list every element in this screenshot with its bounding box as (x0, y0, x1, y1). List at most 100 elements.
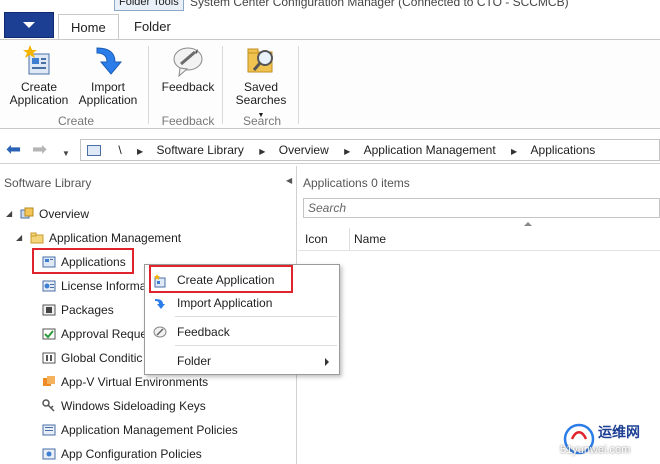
feedback-icon (153, 325, 167, 339)
breadcrumb[interactable]: \ ▶ Software Library ▶ Overview ▶ Applic… (80, 139, 660, 161)
import-application-button[interactable]: Import Application (74, 44, 142, 107)
tree-item-license-information[interactable]: License Informa (42, 276, 146, 296)
collapse-pane-icon[interactable]: ◀ (286, 176, 292, 185)
breadcrumb-application-management[interactable]: Application Management (364, 140, 496, 160)
tree-item-label: Application Management (49, 231, 182, 245)
ribbon-separator (298, 46, 299, 124)
create-application-icon (22, 44, 56, 78)
tree-item-label: License Informa (61, 279, 147, 293)
create-application-button[interactable]: Create Application (6, 44, 72, 107)
feedback-button[interactable]: Feedback (156, 44, 220, 94)
forward-arrow-icon[interactable]: ➡ (32, 140, 47, 158)
tree-item-application-management-policies[interactable]: Application Management Policies (42, 420, 238, 440)
tree-item-packages[interactable]: Packages (42, 300, 114, 320)
breadcrumb-applications[interactable]: Applications (531, 140, 596, 160)
create-application-label: Create Application (9, 80, 69, 107)
folder-icon (30, 231, 44, 245)
tree-item-label: Approval Reque (61, 327, 148, 341)
appv-icon (42, 375, 56, 389)
back-arrow-icon[interactable]: ⬅ (6, 140, 21, 158)
sort-indicator-icon (524, 222, 532, 226)
policy-icon (42, 423, 56, 437)
breadcrumb-overview[interactable]: Overview (279, 140, 329, 160)
breadcrumb-arrow-icon[interactable]: ▶ (344, 142, 350, 162)
approval-icon (42, 327, 56, 341)
watermark: 运维网 51yunwei.com (560, 418, 660, 464)
group-label-create: Create (57, 114, 95, 128)
key-icon (42, 399, 56, 413)
tree-item-label: Overview (39, 207, 90, 221)
breadcrumb-root-icon (87, 145, 101, 157)
breadcrumb-arrow-icon[interactable]: ▶ (511, 142, 517, 162)
saved-searches-button[interactable]: Saved Searches ▼ (228, 44, 294, 122)
menu-item-create-application[interactable]: Create Application (145, 269, 339, 291)
menu-item-label: Import Application (177, 296, 273, 310)
tree-item-overview[interactable]: ◢ Overview (6, 204, 89, 224)
tree-expanded-icon[interactable]: ◢ (16, 228, 26, 248)
tree-item-label: Packages (61, 303, 114, 317)
submenu-arrow-icon (325, 358, 329, 366)
menu-item-label: Create Application (177, 273, 275, 287)
tree-expanded-icon[interactable]: ◢ (6, 204, 16, 224)
ribbon: Create Application Import Application Fe… (0, 39, 660, 129)
menu-item-label: Feedback (177, 325, 230, 339)
window-title: System Center Configuration Manager (Con… (190, 0, 569, 9)
tree-item-application-management[interactable]: ◢ Application Management (16, 228, 181, 248)
tree-item-label: Applications (61, 255, 126, 269)
search-input[interactable]: Search (303, 198, 660, 218)
menu-item-feedback[interactable]: Feedback (145, 321, 339, 343)
tree-item-label: Application Management Policies (61, 423, 238, 437)
menu-item-import-application[interactable]: Import Application (145, 292, 339, 314)
create-application-icon (153, 273, 167, 288)
global-conditions-icon (42, 351, 56, 365)
package-icon (42, 303, 56, 317)
breadcrumb-arrow-icon[interactable]: ▶ (137, 142, 143, 162)
tab-folder[interactable]: Folder (122, 14, 183, 40)
menu-separator (175, 345, 337, 346)
menu-item-folder[interactable]: Folder (145, 350, 339, 372)
import-application-label: Import Application (78, 80, 138, 107)
saved-searches-icon (244, 44, 278, 78)
history-dropdown-icon[interactable]: ▼ (62, 145, 70, 163)
breadcrumb-arrow-icon[interactable]: ▶ (259, 142, 265, 162)
chevron-down-icon (23, 22, 35, 28)
tab-home[interactable]: Home (58, 14, 119, 40)
tree-item-app-configuration-policies[interactable]: App Configuration Policies (42, 444, 202, 464)
ribbon-separator (222, 46, 223, 124)
tree-item-label: App-V Virtual Environments (61, 375, 209, 389)
import-application-icon (153, 296, 167, 310)
tree-item-applications[interactable]: Applications (42, 252, 126, 272)
breadcrumb-software-library[interactable]: Software Library (157, 140, 244, 160)
tree-item-label: App Configuration Policies (61, 447, 202, 461)
menu-item-label: Folder (177, 354, 212, 368)
context-tab-folder-tools[interactable]: Folder Tools (114, 0, 184, 11)
tree-item-appv-virtual-environments[interactable]: App-V Virtual Environments (42, 372, 208, 392)
watermark-text-top: 运维网 (598, 424, 640, 440)
context-menu: Create Application Import Application Fe… (144, 264, 340, 375)
content-header: Applications 0 items (303, 176, 410, 190)
group-label-feedback: Feedback (161, 114, 215, 128)
header-divider (298, 250, 660, 251)
tree-item-windows-sideloading-keys[interactable]: Windows Sideloading Keys (42, 396, 206, 416)
config-policy-icon (42, 447, 56, 461)
tree-item-label: Windows Sideloading Keys (61, 399, 206, 413)
ribbon-separator (148, 46, 149, 124)
tree-item-approval-requests[interactable]: Approval Reque (42, 324, 147, 344)
tree-item-label: Global Conditic (61, 351, 143, 365)
applications-icon (42, 255, 56, 269)
column-header-name[interactable]: Name (350, 228, 660, 250)
feedback-label: Feedback (161, 80, 215, 94)
group-label-search: Search (242, 114, 282, 128)
address-bar: ⬅ ➡ ▼ \ ▶ Software Library ▶ Overview ▶ … (0, 136, 660, 164)
overview-icon (20, 207, 34, 221)
content-title: Applications (303, 176, 368, 190)
column-header-icon[interactable]: Icon (303, 228, 350, 250)
app-menu-button[interactable] (4, 12, 54, 38)
license-icon (42, 279, 56, 293)
nav-pane-title: Software Library (4, 176, 92, 190)
breadcrumb-root[interactable]: \ (118, 140, 121, 160)
tree-item-global-conditions[interactable]: Global Conditic (42, 348, 142, 368)
import-application-icon (91, 44, 125, 78)
menu-separator (175, 316, 337, 317)
feedback-icon (171, 44, 205, 78)
